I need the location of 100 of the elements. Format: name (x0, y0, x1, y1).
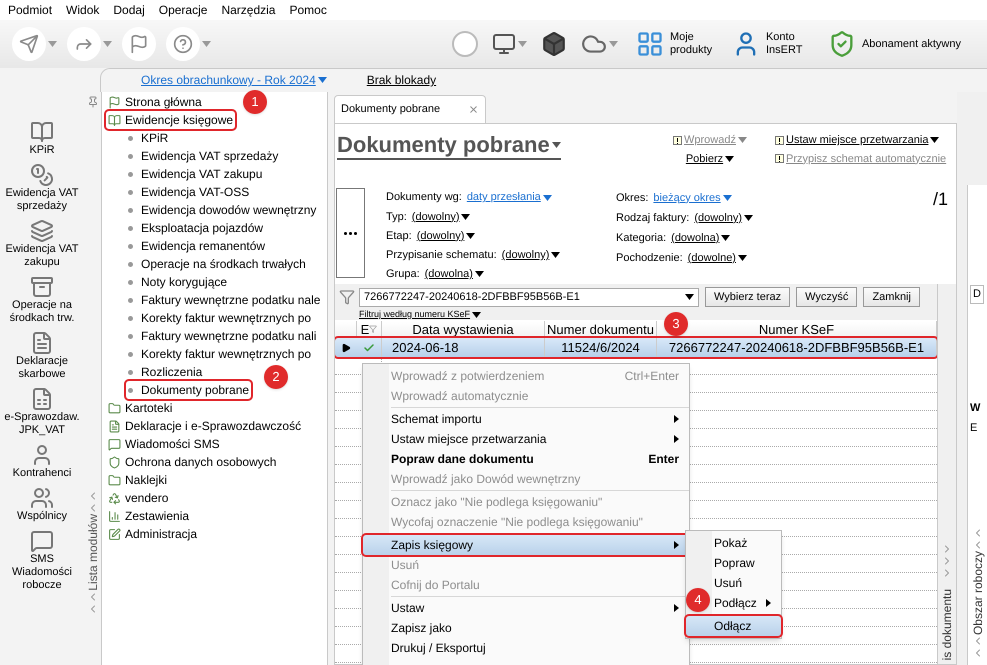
menu-bar-item[interactable]: Narzędzia (221, 1, 276, 19)
menu-item[interactable]: Popraw dane dokumentu Enter (363, 449, 689, 469)
tree-item[interactable]: Korekty faktur wewnętrznych po (126, 345, 314, 363)
module-list-title[interactable]: Lista modułów (84, 514, 102, 591)
help-icon[interactable] (166, 27, 200, 61)
filter-dropdown[interactable]: (dowolny) (502, 246, 560, 264)
circle-logo-icon[interactable] (452, 31, 478, 57)
menu-item[interactable]: Pokaż (686, 533, 781, 553)
caret-icon (722, 195, 732, 201)
tree-item[interactable]: Ewidencja VAT zakupu (126, 165, 264, 183)
menu-bar-item[interactable]: Dodaj (113, 1, 145, 19)
page-title[interactable]: Dokumenty pobrane (337, 132, 561, 160)
menu-bar-item[interactable]: Widok (66, 1, 100, 19)
tree-item[interactable]: Rozliczenia (126, 363, 204, 381)
table-row[interactable]: 2024-06-18 11524/6/2024 7266772247-20240618-2DFBBF95B56B-E1 (335, 338, 937, 357)
tree-item[interactable]: Ewidencje księgowe (106, 111, 236, 129)
tree-item[interactable]: Ewidencja VAT-OSS (126, 183, 252, 201)
tree-item[interactable]: Korekty faktur wewnętrznych po (126, 309, 314, 327)
tree-item[interactable]: Ewidencja VAT sprzedaży (126, 147, 280, 165)
filter-dropdown[interactable]: (dowolna) (424, 266, 484, 283)
send-icon[interactable] (12, 27, 46, 61)
workspace-panel-tab[interactable]: Obszar roboczy (968, 550, 986, 635)
tree-item[interactable]: Eksploatacja pojazdów (126, 219, 266, 237)
more-button[interactable] (336, 188, 365, 278)
shortcut-button[interactable]: e-Sprawozdaw. JPK_VAT (1, 387, 83, 437)
tree-item[interactable]: Naklejki (106, 471, 170, 489)
filter-mode-link[interactable]: Filtruj według numeru KSeF (359, 308, 482, 322)
tree-item[interactable]: Strona główna (106, 93, 204, 111)
shortcut-button[interactable]: Deklaracje skarbowe (1, 331, 83, 381)
filter-dropdown[interactable]: (dowolny) (412, 208, 470, 226)
edit-icon (108, 528, 121, 540)
tree-item[interactable]: vendero (106, 489, 170, 507)
action-link[interactable]: Pobierz (686, 150, 734, 167)
tree-item[interactable]: Faktury wewnętrzne podatku nali (126, 327, 318, 345)
tree-item[interactable]: Administracja (106, 525, 200, 543)
shortcut-button[interactable]: Operacje na środkach trw. (1, 275, 83, 325)
toolbar-button[interactable]: Konto InsERT (732, 30, 814, 58)
toolbar-button[interactable]: Moje produkty (636, 30, 718, 58)
bullet-icon (128, 208, 133, 212)
shortcut-button[interactable]: Ewidencja VAT sprzedaży (1, 163, 83, 213)
tree-item[interactable]: Dokumenty pobrane (126, 381, 252, 399)
search-button[interactable]: Wyczyść (796, 287, 858, 307)
menu-item[interactable]: Zapisz jako (363, 618, 689, 638)
flag-icon[interactable] (122, 27, 156, 61)
tree-item[interactable]: Deklaracje i e-Sprawozdawczość (106, 417, 304, 435)
tree-item[interactable]: Ewidencja dowodów wewnętrzny (126, 201, 318, 219)
action-link[interactable]: Ustaw miejsce przetwarzania (775, 132, 940, 148)
tree-item[interactable]: Zestawienia (106, 507, 192, 525)
column-header[interactable]: E (360, 322, 378, 336)
shield-icon (108, 456, 121, 468)
document-tab[interactable]: Dokumenty pobrane (334, 95, 486, 123)
tree-item[interactable]: Wiadomości SMS (106, 435, 222, 453)
cube-icon[interactable] (540, 31, 567, 57)
column-header[interactable]: Numer KSeF (758, 322, 834, 336)
column-header[interactable]: Numer dokumentu (547, 322, 654, 336)
shortcut-button[interactable]: SMS Wiadomości robocze (1, 529, 83, 592)
menu-item[interactable]: Schemat importu (363, 409, 689, 429)
lock-status-link[interactable]: Brak blokady (366, 71, 436, 89)
shortcut-button[interactable]: KPiR (1, 120, 83, 157)
workspace-page-tab[interactable]: D (970, 285, 984, 304)
filter-icon[interactable] (339, 289, 355, 305)
monitor-icon[interactable] (492, 32, 516, 56)
menu-item[interactable]: Ustaw (363, 598, 689, 618)
menu-item[interactable]: Ustaw miejsce przetwarzania (363, 429, 689, 449)
tree-item[interactable]: KPiR (126, 129, 170, 147)
filter-dropdown[interactable]: (dowolny) (416, 228, 476, 244)
filter-dropdown[interactable]: bieżący okres (653, 190, 732, 206)
column-header[interactable]: Data wystawienia (412, 322, 514, 336)
filter-dropdown[interactable]: (dowolny) (694, 210, 754, 226)
period-link[interactable]: Okres obrachunkowy - Rok 2024 (141, 71, 327, 89)
search-button[interactable]: Zamknij (863, 287, 920, 307)
filter-dropdown[interactable]: daty przesłania (466, 189, 552, 206)
toolbar-button[interactable]: Abonament aktywny (828, 30, 961, 58)
shortcut-button[interactable]: Kontrahenci (1, 443, 83, 480)
search-button[interactable]: Wybierz teraz (705, 287, 790, 307)
shortcut-button[interactable]: Wspólnicy (1, 486, 83, 523)
forward-icon[interactable] (67, 27, 101, 61)
tree-item[interactable]: Faktury wewnętrzne podatku nale (126, 291, 322, 309)
search-combo[interactable]: 7266772247-20240618-2DFBBF95B56B-E1 (359, 288, 699, 306)
tree-item[interactable]: Operacje na środkach trwałych (126, 255, 308, 273)
menu-bar-item[interactable]: Operacje (158, 1, 208, 19)
menu-item[interactable]: Drukuj / Eksportuj (363, 638, 689, 658)
close-icon[interactable] (468, 104, 479, 115)
filter-dropdown[interactable]: (dowolne) (688, 250, 747, 266)
menu-item[interactable]: Odłącz (686, 616, 781, 636)
exclamation-icon (775, 136, 784, 145)
tree-item[interactable]: Ewidencja remanentów (126, 237, 268, 255)
bullet-icon (128, 190, 133, 194)
shortcut-button[interactable]: Ewidencja VAT zakupu (1, 219, 83, 269)
pin-icon[interactable] (86, 96, 98, 108)
caret-icon (608, 41, 618, 47)
filter-icon (369, 325, 378, 333)
menu-bar-item[interactable]: Pomoc (289, 1, 327, 19)
tree-item[interactable]: Kartoteki (106, 399, 174, 417)
menu-bar-item[interactable]: Podmiot (8, 1, 52, 19)
menu-item[interactable]: Popraw (686, 553, 781, 573)
description-panel-tab[interactable]: is dokumentu (938, 588, 956, 660)
tree-item[interactable]: Ochrona danych osobowych (106, 453, 278, 471)
filter-dropdown[interactable]: (dowolna) (671, 230, 730, 246)
tree-item[interactable]: Noty korygujące (126, 273, 230, 291)
